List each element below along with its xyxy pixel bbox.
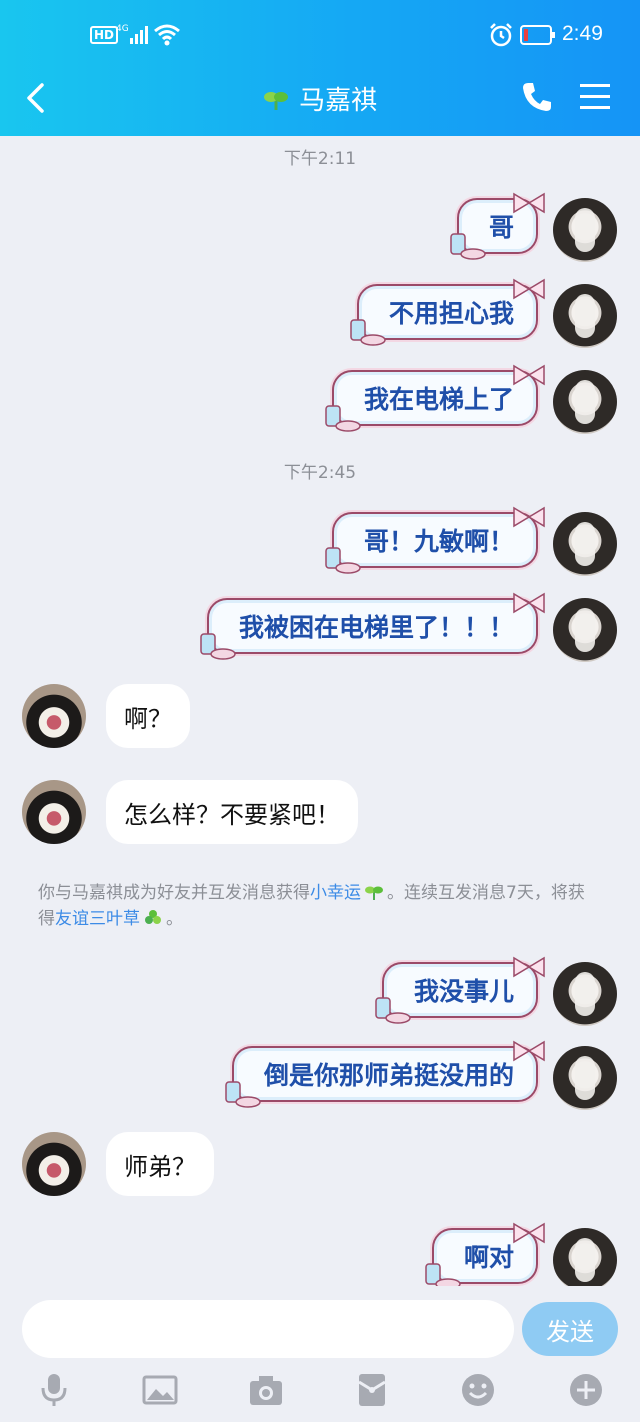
message-text: 倒是你那师弟挺没用的 — [263, 1061, 514, 1090]
bow-deco-icon — [513, 1040, 545, 1062]
bow-deco-icon — [513, 364, 545, 386]
plus-icon[interactable] — [568, 1372, 604, 1408]
message-text: 啊？ — [124, 704, 172, 733]
message-text: 我在电梯上了 — [363, 385, 514, 414]
alarm-icon — [490, 23, 512, 47]
message-bubble[interactable]: 哥！九敏啊！ — [325, 506, 545, 574]
friend-message-bubble[interactable]: 啊？ — [106, 684, 190, 748]
camera-icon[interactable] — [248, 1372, 284, 1408]
avatar[interactable] — [553, 284, 617, 348]
sprout-icon — [365, 886, 383, 900]
menu-icon[interactable] — [578, 80, 612, 114]
lucky-link[interactable]: 小幸运 — [310, 883, 361, 903]
bow-deco-icon — [513, 592, 545, 614]
bottle-deco-icon — [325, 547, 361, 574]
top-bar: HD 4G 2:49 马嘉祺 — [0, 0, 640, 136]
message-bubble[interactable]: 啊对 — [425, 1222, 545, 1290]
clover-icon — [145, 910, 161, 924]
message-bubble[interactable]: 我没事儿 — [375, 956, 545, 1024]
message-text: 师弟？ — [124, 1152, 196, 1181]
send-button[interactable]: 发送 — [522, 1302, 618, 1356]
message-text: 哥！九敏啊！ — [363, 527, 514, 556]
friend-message-bubble[interactable]: 师弟？ — [106, 1132, 214, 1196]
clover-link[interactable]: 友谊三叶草 — [55, 909, 140, 929]
bow-deco-icon — [513, 1222, 545, 1244]
timestamp: 下午2:11 — [283, 149, 357, 169]
bottle-deco-icon — [350, 319, 386, 346]
friend-avatar[interactable] — [22, 780, 86, 844]
message-text: 啊对 — [463, 1243, 514, 1272]
friend-message-bubble[interactable]: 怎么样？不要紧吧！ — [106, 780, 358, 844]
message-text: 我没事儿 — [413, 977, 514, 1006]
bottle-deco-icon — [200, 633, 236, 660]
avatar[interactable] — [553, 598, 617, 662]
bottle-deco-icon — [225, 1081, 261, 1108]
nav-bar: 马嘉祺 — [0, 68, 640, 128]
message-text: 不用担心我 — [388, 299, 514, 328]
bottle-deco-icon — [375, 997, 411, 1024]
avatar[interactable] — [553, 1228, 617, 1292]
bottle-deco-icon — [450, 233, 486, 260]
avatar[interactable] — [553, 1046, 617, 1110]
microphone-icon[interactable] — [36, 1372, 72, 1408]
cellular-signal-icon: 4G — [116, 24, 148, 44]
message-bubble[interactable]: 哥 — [450, 192, 545, 260]
notice-text: 你与马嘉祺成为好友并互发消息获得 — [38, 883, 310, 903]
input-bar: 发送 — [0, 1286, 640, 1422]
wifi-icon — [154, 24, 180, 46]
avatar[interactable] — [553, 198, 617, 262]
avatar[interactable] — [553, 370, 617, 434]
timestamp: 下午2:45 — [283, 463, 357, 483]
bow-deco-icon — [513, 956, 545, 978]
image-icon[interactable] — [142, 1372, 178, 1408]
network-type: 4G — [116, 24, 129, 34]
friend-avatar[interactable] — [22, 1132, 86, 1196]
message-bubble[interactable]: 倒是你那师弟挺没用的 — [225, 1040, 545, 1108]
bottle-deco-icon — [325, 405, 361, 432]
status-bar: HD 4G 2:49 — [0, 18, 640, 52]
phone-call-icon[interactable] — [520, 80, 554, 114]
bow-deco-icon — [513, 192, 545, 214]
notice-text: 。 — [166, 909, 183, 929]
red-packet-icon[interactable] — [354, 1372, 390, 1408]
avatar[interactable] — [553, 962, 617, 1026]
toolbar — [0, 1372, 640, 1412]
bow-deco-icon — [513, 506, 545, 528]
avatar[interactable] — [553, 512, 617, 576]
message-bubble[interactable]: 我在电梯上了 — [325, 364, 545, 432]
bow-deco-icon — [513, 278, 545, 300]
system-notice: 你与马嘉祺成为好友并互发消息获得小幸运 。连续互发消息7天，将获得友谊三叶草。 — [38, 880, 598, 932]
battery-icon — [520, 25, 555, 45]
status-time: 2:49 — [562, 22, 603, 45]
sprout-icon — [263, 92, 288, 110]
friend-avatar[interactable] — [22, 684, 86, 748]
message-text: 我被困在电梯里了！！！ — [238, 613, 514, 642]
message-bubble[interactable]: 不用担心我 — [350, 278, 545, 346]
message-text: 怎么样？不要紧吧！ — [124, 800, 340, 829]
message-bubble[interactable]: 我被困在电梯里了！！！ — [200, 592, 545, 660]
emoji-icon[interactable] — [460, 1372, 496, 1408]
hd-indicator: HD — [90, 26, 119, 44]
contact-name: 马嘉祺 — [299, 86, 378, 116]
message-input[interactable] — [22, 1300, 514, 1358]
